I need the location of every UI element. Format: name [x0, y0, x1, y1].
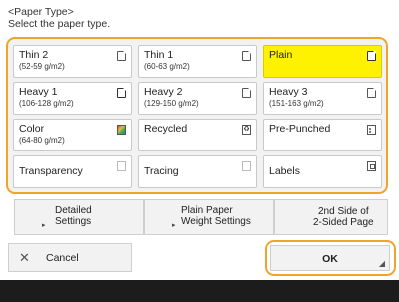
cancel-button[interactable]: ✕ Cancel — [8, 243, 132, 272]
paper-type-panel: Thin 2 (52-59 g/m2) Thin 1 (60-63 g/m2) … — [6, 37, 388, 194]
paper-type-labels[interactable]: Labels — [263, 155, 382, 188]
arrow-icon: ▸ — [172, 222, 176, 229]
option-buttons-row: ▸ Detailed Settings ▸ Plain Paper Weight… — [14, 199, 388, 235]
paper-type-label: Thin 2 — [19, 49, 49, 61]
paper-type-label: Recycled — [144, 122, 188, 135]
detailed-settings-button[interactable]: ▸ Detailed Settings — [14, 199, 144, 235]
corner-arrow-icon: ◢ — [378, 259, 385, 268]
paper-type-label: Heavy 2 — [144, 85, 183, 98]
page-icon — [242, 87, 251, 98]
paper-type-color[interactable]: Color (64-80 g/m2) — [13, 118, 132, 152]
paper-type-recycled[interactable]: Recycled ♻ — [138, 118, 257, 152]
color-paper-icon — [117, 124, 126, 135]
screen-title: <Paper Type> — [8, 6, 74, 18]
transparency-icon — [117, 161, 126, 172]
second-side-two-sided-page-button[interactable]: 2nd Side of 2-Sided Page — [274, 199, 388, 235]
option-label-line1: 2nd Side of — [318, 206, 369, 217]
paper-type-weight: (151-163 g/m2) — [269, 98, 324, 108]
paper-type-label: Labels — [269, 165, 300, 178]
labels-icon — [367, 161, 376, 172]
paper-type-thin-2[interactable]: Thin 2 (52-59 g/m2) — [13, 45, 132, 78]
page-icon — [242, 51, 251, 61]
paper-type-label: Color — [19, 122, 45, 135]
pre-punched-icon — [367, 124, 376, 135]
paper-type-weight: (106-128 g/m2) — [19, 98, 74, 108]
paper-type-weight: (129-150 g/m2) — [144, 98, 199, 108]
screen-header: <Paper Type> Select the paper type. — [8, 6, 110, 30]
page-icon — [367, 87, 376, 98]
paper-type-grid: Thin 2 (52-59 g/m2) Thin 1 (60-63 g/m2) … — [13, 45, 382, 188]
option-label-line2: Settings — [55, 216, 92, 227]
page-icon — [117, 51, 126, 61]
ok-button[interactable]: OK ◢ — [270, 245, 390, 271]
paper-type-label: Transparency — [19, 165, 83, 178]
paper-type-label: Plain — [269, 49, 293, 61]
paper-type-tracing[interactable]: Tracing — [138, 155, 257, 188]
paper-type-label: Tracing — [144, 165, 179, 178]
paper-type-label: Thin 1 — [144, 49, 174, 61]
plain-paper-weight-settings-button[interactable]: ▸ Plain Paper Weight Settings — [144, 199, 274, 235]
option-label-line1: Plain Paper — [181, 205, 233, 216]
paper-type-label: Pre-Punched — [269, 122, 331, 135]
screen-instruction: Select the paper type. — [8, 18, 111, 30]
footer-bar — [0, 280, 399, 302]
page-icon — [367, 51, 376, 61]
option-label-line1: Detailed — [55, 205, 92, 216]
paper-type-transparency[interactable]: Transparency — [13, 155, 132, 188]
arrow-icon: ▸ — [42, 222, 46, 229]
paper-type-label: Heavy 1 — [19, 85, 58, 98]
cancel-label: Cancel — [46, 252, 79, 264]
option-label-line2: 2-Sided Page — [313, 217, 374, 228]
paper-type-heavy-2[interactable]: Heavy 2 (129-150 g/m2) — [138, 81, 257, 115]
tracing-icon — [242, 161, 251, 172]
option-label-line2: Weight Settings — [181, 216, 251, 227]
paper-type-weight: (64-80 g/m2) — [19, 135, 65, 145]
recycled-icon: ♻ — [242, 124, 251, 135]
paper-type-plain[interactable]: Plain — [263, 45, 382, 78]
paper-type-weight: (60-63 g/m2) — [144, 62, 190, 71]
paper-type-pre-punched[interactable]: Pre-Punched — [263, 118, 382, 152]
paper-type-heavy-3[interactable]: Heavy 3 (151-163 g/m2) — [263, 81, 382, 115]
close-icon: ✕ — [19, 250, 30, 265]
paper-type-thin-1[interactable]: Thin 1 (60-63 g/m2) — [138, 45, 257, 78]
page-dark-icon — [117, 87, 126, 98]
paper-type-heavy-1[interactable]: Heavy 1 (106-128 g/m2) — [13, 81, 132, 115]
ok-label: OK — [322, 253, 338, 265]
paper-type-weight: (52-59 g/m2) — [19, 62, 65, 71]
paper-type-label: Heavy 3 — [269, 85, 308, 98]
